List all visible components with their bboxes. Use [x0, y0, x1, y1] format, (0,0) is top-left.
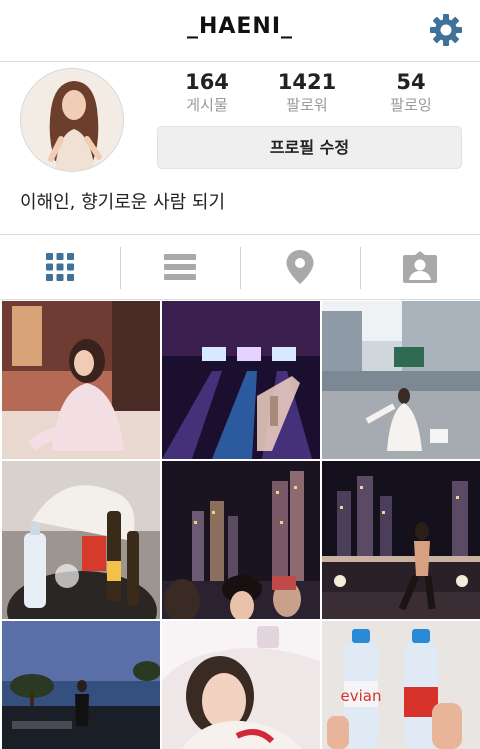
photo-thumbnail[interactable] [322, 461, 480, 619]
posts-count-label: 게시물 [186, 96, 228, 114]
gear-icon[interactable] [426, 10, 466, 50]
photo-thumbnail[interactable] [322, 301, 480, 459]
location-pin-icon [286, 250, 314, 284]
tab-list[interactable] [120, 235, 240, 299]
tab-tagged[interactable] [360, 235, 480, 299]
profile-bio: 이해인, 향기로운 사람 되기 [20, 192, 226, 213]
followers-count-label: 팔로워 [286, 96, 328, 114]
tab-location[interactable] [240, 235, 360, 299]
avatar[interactable] [20, 68, 124, 172]
profile-section: 164 게시물 1421 팔로워 54 팔로잉 프로필 수정 이해인, 향기로운… [0, 62, 480, 234]
followers-count[interactable]: 1421 팔로워 [262, 68, 352, 114]
list-icon [164, 254, 196, 280]
tab-grid[interactable] [0, 235, 120, 299]
photo-thumbnail[interactable] [162, 621, 320, 749]
photo-thumbnail[interactable] [162, 301, 320, 459]
photo-thumbnail[interactable] [2, 301, 160, 459]
following-count[interactable]: 54 팔로잉 [366, 68, 456, 114]
posts-count-value: 164 [185, 70, 229, 94]
photo-thumbnail[interactable] [2, 621, 160, 749]
tagged-person-icon [403, 251, 437, 283]
followers-count-value: 1421 [277, 70, 337, 94]
top-bar: _HAENI_ [0, 0, 480, 62]
photo-grid: evian [0, 300, 480, 749]
photo-thumbnail[interactable] [2, 461, 160, 619]
photo-thumbnail[interactable] [162, 461, 320, 619]
bottle-label: evian [341, 687, 382, 705]
profile-username: _HAENI_ [186, 14, 294, 39]
view-tabs [0, 234, 480, 300]
grid-icon [46, 253, 74, 281]
posts-count: 164 게시물 [162, 68, 252, 114]
following-count-value: 54 [396, 70, 426, 94]
edit-profile-button[interactable]: 프로필 수정 [157, 126, 462, 169]
following-count-label: 팔로잉 [390, 96, 432, 114]
photo-thumbnail[interactable]: evian [322, 621, 480, 749]
